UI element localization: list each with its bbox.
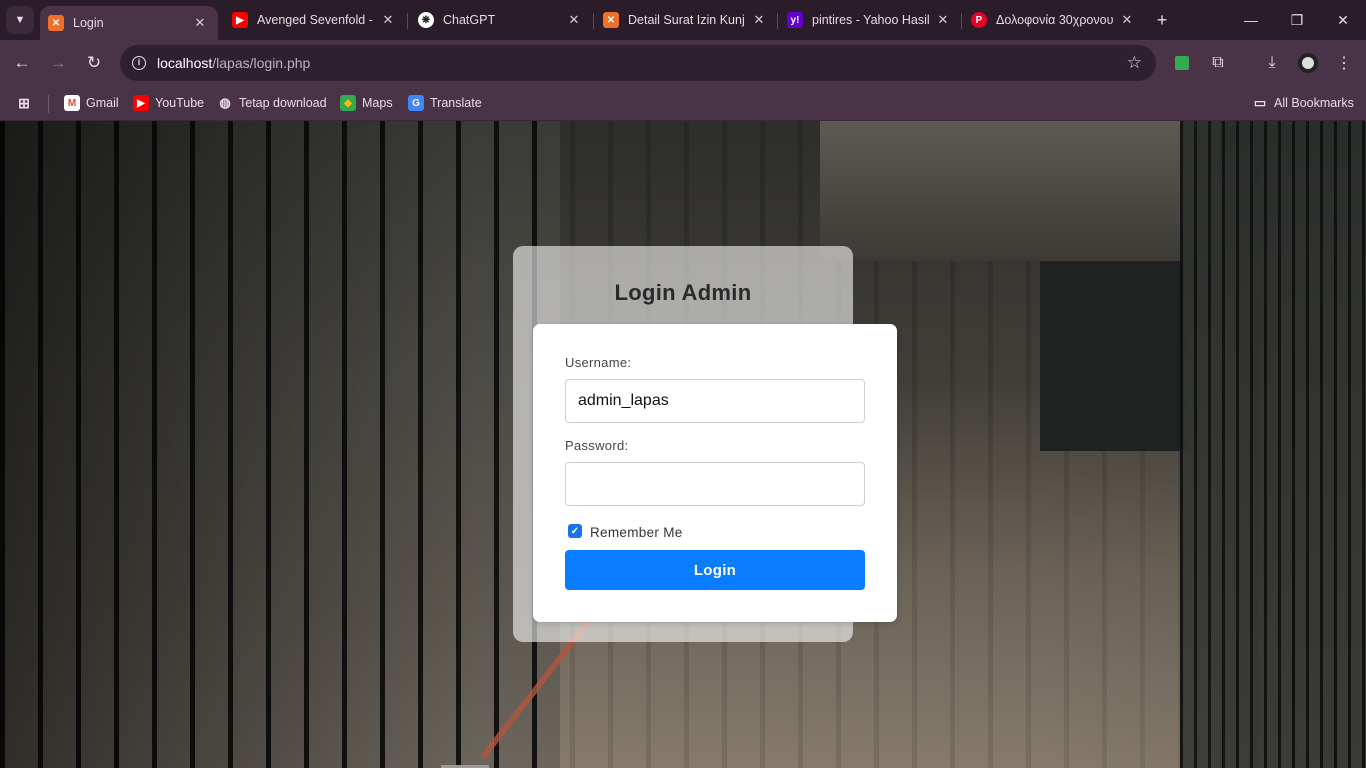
tab-detail-surat[interactable]: ✕ Detail Surat Izin Kunju ✕ — [603, 0, 769, 40]
youtube-icon: ▶ — [232, 12, 248, 28]
gmail-icon: M — [64, 95, 80, 111]
tab-pinterest[interactable]: P Δολοφονία 30χρονου ✕ — [971, 0, 1137, 40]
tab-title: Avenged Sevenfold - — [257, 13, 373, 27]
bookmark-tetap-download[interactable]: ◍ Tetap download — [217, 93, 327, 113]
url-host: localhost — [157, 55, 213, 71]
chevron-down-icon: ▼ — [14, 14, 26, 26]
remember-me-label[interactable]: Remember Me — [590, 525, 683, 540]
bookmark-youtube[interactable]: ▶ YouTube — [133, 93, 204, 113]
extensions-icon[interactable]: ⧉ — [1206, 51, 1230, 75]
restore-button[interactable]: ❐ — [1274, 0, 1320, 40]
tab-separator — [961, 13, 962, 29]
tab-separator — [407, 13, 408, 29]
reload-button[interactable]: ↻ — [80, 49, 108, 77]
background-right-bars — [1180, 121, 1366, 768]
remember-me-checkbox[interactable]: ✓ — [568, 524, 582, 538]
tab-title: Login — [73, 16, 104, 30]
bookmarks-bar: ⊞ M Gmail ▶ YouTube ◍ Tetap download ◆ M… — [0, 86, 1366, 121]
login-button[interactable]: Login — [565, 550, 865, 590]
close-icon: ✕ — [1337, 11, 1349, 28]
menu-kebab-icon[interactable]: ⋮ — [1332, 51, 1356, 75]
close-icon[interactable]: ✕ — [749, 12, 769, 28]
password-label: Password: — [565, 438, 629, 453]
tab-separator — [593, 13, 594, 29]
tab-title: pintires - Yahoo Hasil — [812, 13, 929, 27]
profile-avatar[interactable] — [1296, 51, 1320, 75]
maps-icon: ◆ — [340, 95, 356, 111]
tab-search-button[interactable]: ▼ — [6, 6, 34, 34]
tab-yahoo[interactable]: y! pintires - Yahoo Hasil ✕ — [787, 0, 953, 40]
close-icon[interactable]: ✕ — [933, 12, 953, 28]
background-far-wall — [1040, 261, 1190, 451]
arrow-right-icon: → — [49, 53, 67, 72]
new-tab-button[interactable]: + — [1150, 8, 1174, 32]
tab-separator — [777, 13, 778, 29]
background-ceiling — [820, 121, 1220, 261]
url-text[interactable]: localhost/lapas/login.php — [157, 55, 310, 71]
forward-button[interactable]: → — [44, 49, 72, 77]
globe-icon: ◍ — [219, 95, 231, 110]
youtube-icon: ▶ — [133, 95, 149, 111]
google-meet-extension-icon[interactable] — [1170, 51, 1194, 75]
close-icon[interactable]: ✕ — [564, 12, 584, 28]
back-button[interactable]: ← — [8, 49, 36, 77]
site-info-icon[interactable]: i — [128, 52, 150, 74]
username-input[interactable] — [565, 379, 865, 423]
bookmark-star-icon[interactable]: ☆ — [1127, 53, 1142, 73]
tab-title: Detail Surat Izin Kunju — [628, 13, 745, 27]
url-path: /lapas/login.php — [212, 55, 311, 71]
tab-title: Δολοφονία 30χρονου — [996, 13, 1113, 27]
reload-icon: ↻ — [86, 53, 102, 72]
arrow-left-icon: ← — [13, 53, 31, 72]
bookmark-gmail[interactable]: M Gmail — [64, 93, 119, 113]
xampp-icon: ✕ — [603, 12, 619, 28]
tab-strip: ▼ ✕ Login ✕ ▶ Avenged Sevenfold - ✕ ❋ Ch… — [0, 0, 1366, 40]
bookmarks-separator — [48, 95, 49, 113]
tab-login[interactable]: ✕ Login ✕ — [40, 6, 218, 40]
password-input[interactable] — [565, 462, 865, 506]
yahoo-icon: y! — [787, 12, 803, 28]
tab-title: ChatGPT — [443, 13, 496, 27]
all-bookmarks-label: All Bookmarks — [1274, 96, 1354, 110]
bookmark-label: Tetap download — [239, 96, 327, 110]
all-bookmarks-button[interactable]: ▭ All Bookmarks — [1252, 93, 1354, 113]
bookmark-label: Gmail — [86, 96, 119, 110]
xampp-icon: ✕ — [48, 15, 64, 31]
bookmark-label: Translate — [430, 96, 482, 110]
login-title: Login Admin — [614, 280, 752, 305]
tab-chatgpt[interactable]: ❋ ChatGPT ✕ — [418, 0, 584, 40]
username-label: Username: — [565, 355, 632, 370]
bookmark-translate[interactable]: G Translate — [408, 93, 482, 113]
close-icon[interactable]: ✕ — [190, 15, 210, 31]
folder-icon: ▭ — [1253, 95, 1267, 110]
tab-youtube[interactable]: ▶ Avenged Sevenfold - ✕ — [232, 0, 398, 40]
minimize-button[interactable]: — — [1228, 0, 1274, 40]
bookmark-maps[interactable]: ◆ Maps — [340, 93, 393, 113]
download-icon[interactable]: ⤓ — [1260, 51, 1284, 75]
close-icon[interactable]: ✕ — [378, 12, 398, 28]
translate-icon: G — [408, 95, 424, 111]
plus-icon: + — [1156, 10, 1168, 30]
apps-grid-icon[interactable]: ⊞ — [16, 93, 38, 113]
pinterest-icon: P — [971, 12, 987, 28]
minimize-icon: — — [1244, 12, 1258, 28]
bookmark-label: YouTube — [155, 96, 205, 110]
restore-icon: ❐ — [1290, 11, 1304, 28]
chatgpt-icon: ❋ — [418, 12, 434, 28]
close-window-button[interactable]: ✕ — [1320, 0, 1366, 40]
bookmark-label: Maps — [362, 96, 393, 110]
browser-toolbar: ← → ↻ i localhost/lapas/login.php ☆ ⧉ ⤓ … — [0, 40, 1366, 86]
close-icon[interactable]: ✕ — [1117, 12, 1137, 28]
address-bar[interactable]: i localhost/lapas/login.php ☆ — [120, 45, 1156, 81]
checkmark-icon: ✓ — [570, 525, 580, 537]
